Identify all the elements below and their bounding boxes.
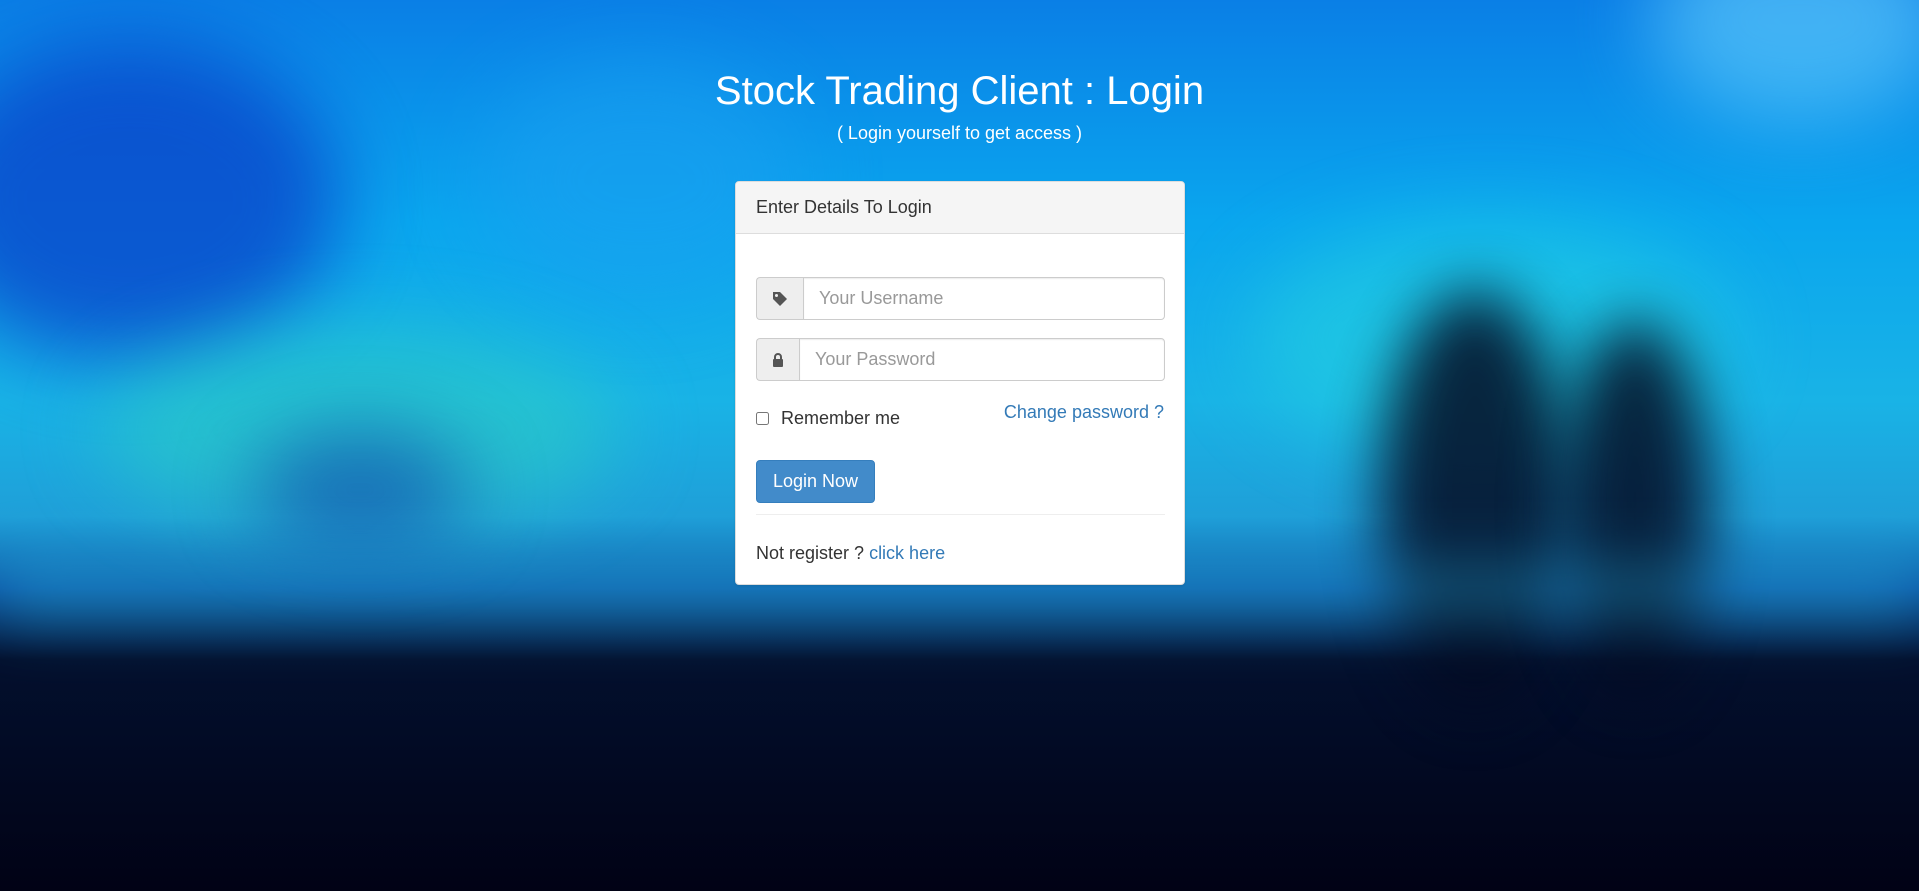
divider <box>756 514 1165 515</box>
remember-me-checkbox[interactable] <box>756 412 769 425</box>
page-header: Stock Trading Client : Login ( Login you… <box>0 66 1919 144</box>
username-input-group <box>756 277 1165 320</box>
register-text: Not register ? <box>756 543 865 563</box>
password-input[interactable] <box>799 338 1165 381</box>
password-input-group <box>756 338 1165 381</box>
remember-me[interactable]: Remember me <box>756 408 900 429</box>
login-panel: Enter Details To Login Remember me <box>735 181 1185 585</box>
page-subtitle: ( Login yourself to get access ) <box>836 123 1083 143</box>
tag-icon <box>756 277 803 320</box>
change-password-link[interactable]: Change password ? <box>1004 402 1164 423</box>
panel-heading: Enter Details To Login <box>736 182 1184 234</box>
register-link[interactable]: click here <box>869 543 945 563</box>
page-title: Stock Trading Client : Login <box>714 69 1205 113</box>
username-input[interactable] <box>803 277 1165 320</box>
lock-icon <box>756 338 799 381</box>
login-button[interactable]: Login Now <box>756 460 875 503</box>
register-prompt: Not register ? click here <box>756 543 945 564</box>
remember-me-label: Remember me <box>781 408 901 428</box>
